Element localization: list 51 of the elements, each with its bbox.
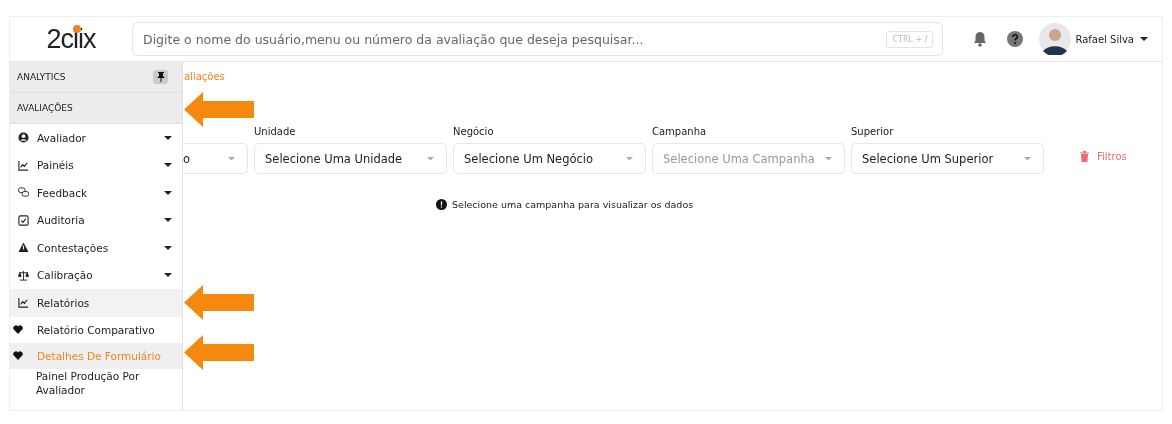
menu-item[interactable]: Auditoria [10,206,182,234]
menu-item[interactable]: Calibração [10,261,182,289]
shortcut-hint: CTRL + / [886,31,934,48]
bell-icon[interactable] [973,31,988,47]
menu-item[interactable]: Feedback [10,179,182,207]
sidebar-section[interactable]: ANALYTICS [10,62,182,93]
info-message: Selecione uma campanha para visualizar os dados [452,199,694,210]
filter-label: Superior [851,126,895,139]
warning-icon [18,242,29,254]
filter-label: Campanha [652,126,708,139]
scale-icon [18,269,29,281]
caret-icon [164,163,172,168]
caret-icon [1024,156,1031,161]
user-icon [18,132,29,144]
caret-icon [164,273,172,278]
user-name[interactable]: Rafael Silva [1075,33,1134,45]
caret-icon [164,245,172,250]
menu-item[interactable]: Avaliador [10,124,182,152]
submenu-item[interactable]: Relatório Comparativo [10,316,182,343]
arrow [184,335,254,370]
menu-item[interactable]: Painéis [10,151,182,179]
pin-icon[interactable] [153,70,168,84]
caret-icon [626,156,633,161]
avatar[interactable] [1039,23,1072,55]
sidebar-section[interactable]: AVALIAÇÕES [10,93,182,124]
logo[interactable]: 2clix [10,23,132,55]
menu-item[interactable]: Relatórios [10,289,182,317]
caret-icon [427,156,434,161]
arrow [184,92,254,127]
chat-icon [18,187,29,199]
caret-icon [164,135,172,140]
menu-item[interactable]: Contestações [10,234,182,262]
caret-icon [164,218,172,223]
filter-select[interactable]: Selecione Um Superior [851,143,1044,174]
caret-icon [825,156,832,161]
caret-icon [164,190,172,195]
caret-icon [1140,37,1148,41]
chart-icon [18,159,29,171]
filter-select[interactable]: o [183,143,248,174]
checkbox-icon [18,214,29,226]
chart-icon [18,297,29,309]
filter-label: Unidade [254,126,297,139]
caret-icon [228,156,235,161]
filter-label: Negócio [453,126,495,139]
filter-select[interactable]: Selecione Uma Unidade [254,143,447,174]
alert-icon [436,199,447,210]
trash-icon [1080,151,1089,162]
submenu-item[interactable]: Painel Produção Por Avaliador [10,368,182,397]
help-icon[interactable] [1007,31,1024,47]
arrow [184,285,254,320]
filter-select[interactable]: Selecione Um Negócio [453,143,646,174]
